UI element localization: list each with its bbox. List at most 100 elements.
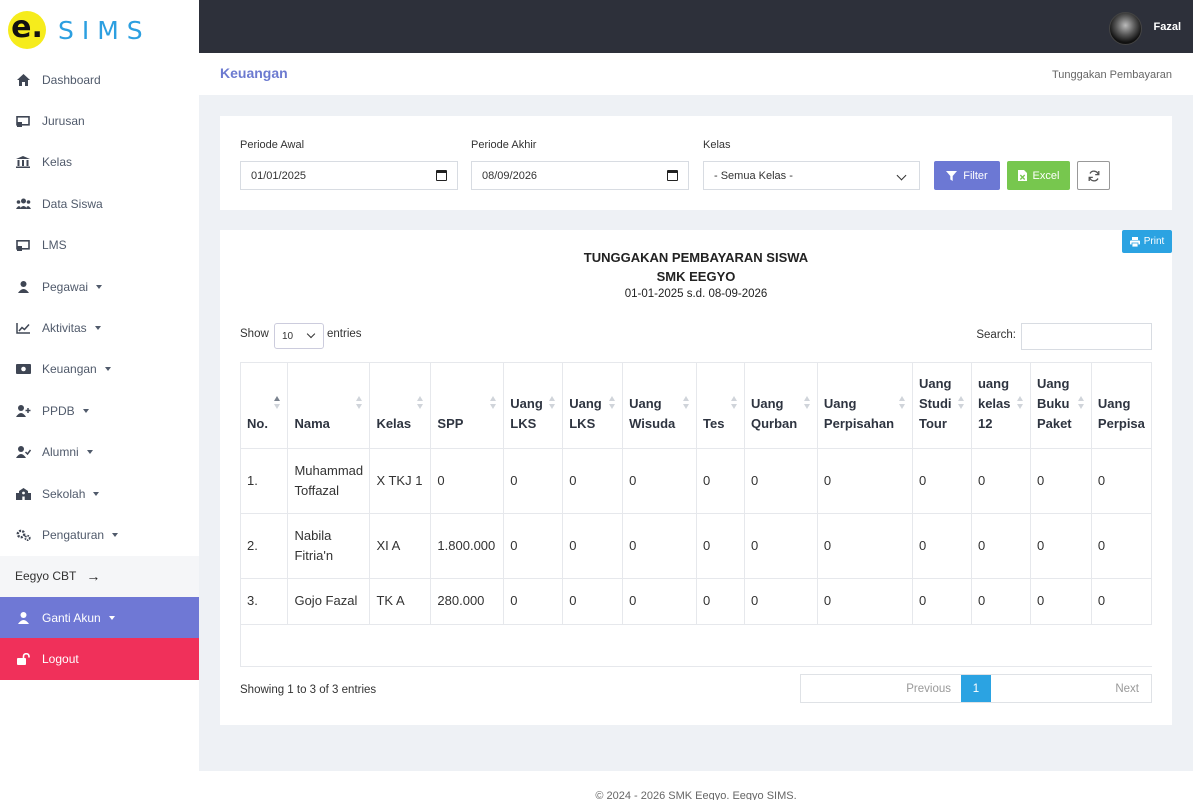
column-header-uang-wisuda[interactable]: Uang Wisuda <box>622 363 697 449</box>
table-cell: 0 <box>562 513 624 579</box>
sidebar-item-label: Dashboard <box>42 72 101 87</box>
end-date-input[interactable]: 08/09/2026 <box>471 161 689 190</box>
column-header-tes[interactable]: Tes <box>696 363 745 449</box>
start-date-input[interactable]: 01/01/2025 <box>240 161 458 190</box>
sidebar-item-lms[interactable]: LMS <box>0 225 199 266</box>
table-cell: 0 <box>744 513 818 579</box>
table-cell: 0 <box>971 578 1031 625</box>
table-container[interactable]: No. Nama Kelas SPP Uang LKS Uang LKS Uan… <box>240 362 1152 667</box>
sort-icon <box>957 396 964 410</box>
column-header-uang-qurban[interactable]: Uang Qurban <box>744 363 818 449</box>
sort-icon <box>730 396 737 410</box>
column-header-uang-lks[interactable]: Uang LKS <box>503 363 564 449</box>
report-title: TUNGGAKAN PEMBAYARAN SISWA <box>583 250 809 265</box>
calendar-icon[interactable] <box>436 170 447 181</box>
table-cell: 0 <box>696 513 745 579</box>
sidebar-item-pegawai[interactable]: Pegawai <box>0 266 199 307</box>
table-cell: 0 <box>1030 578 1092 625</box>
column-header-spp[interactable]: SPP <box>430 363 505 449</box>
filter-icon <box>946 170 958 181</box>
sidebar-item-logout[interactable]: Logout <box>0 638 199 680</box>
table-cell: 0 <box>971 513 1031 579</box>
footer: © 2024 - 2026 SMK Eegyo. Eegyo SIMS. <box>199 771 1193 800</box>
table-row: 1. Muhammad Toffazal X TKJ 1 0 0 0 0 0 0… <box>241 448 1152 514</box>
table-cell: X TKJ 1 <box>369 448 432 514</box>
filter-button[interactable]: Filter <box>934 161 1000 190</box>
reset-button[interactable] <box>1077 161 1110 190</box>
sort-icon <box>490 396 497 410</box>
previous-button[interactable]: Previous <box>801 675 961 702</box>
print-icon <box>1129 236 1140 247</box>
table-cell: Gojo Fazal <box>287 578 371 625</box>
sidebar-item-aktivitas[interactable]: Aktivitas <box>0 307 199 348</box>
column-header-uang-buku-paket[interactable]: Uang Buku Paket <box>1030 363 1092 449</box>
sidebar-item-label: Alumni <box>42 445 79 460</box>
table-cell: 0 <box>912 578 972 625</box>
sidebar-item-jurusan[interactable]: Jurusan <box>0 100 199 141</box>
sidebar-item-label: Pegawai <box>42 279 89 294</box>
table-row: 2. Nabila Fitria'n XI A 1.800.000 0 0 0 … <box>241 513 1152 579</box>
sort-icon <box>1077 396 1084 410</box>
end-date-label: Periode Akhir <box>471 139 537 151</box>
report-school: SMK EEGYO <box>656 269 736 284</box>
kelas-select[interactable]: - Semua Kelas - <box>703 161 920 190</box>
chart-line-icon <box>15 321 31 335</box>
sidebar-item-pengaturan[interactable]: Pengaturan <box>0 514 199 555</box>
excel-button[interactable]: Excel <box>1007 161 1070 190</box>
column-header-kelas[interactable]: Kelas <box>369 363 432 449</box>
topbar: Fazal <box>199 0 1193 53</box>
table-row: 3. Gojo Fazal TK A 280.000 0 0 0 0 0 0 0… <box>241 578 1152 625</box>
column-header-uang-kelas-12[interactable]: uang kelas 12 <box>971 363 1031 449</box>
breadcrumb: Tunggakan Pembayaran <box>1051 69 1172 81</box>
username[interactable]: Fazal <box>1153 21 1181 33</box>
table-header-row: No. Nama Kelas SPP Uang LKS Uang LKS Uan… <box>241 363 1152 449</box>
table-cell: 0 <box>622 448 697 514</box>
page-1-button[interactable]: 1 <box>961 675 991 702</box>
sidebar-item-label: Ganti Akun <box>42 610 101 625</box>
entries-select-value: 10 <box>282 330 294 342</box>
table-cell: Muhammad Toffazal <box>287 448 371 514</box>
page-title: Keuangan <box>220 65 288 81</box>
sidebar-item-label: Aktivitas <box>42 321 87 336</box>
pagination: Previous 1 Next <box>800 674 1152 703</box>
column-header-uang-lks-2[interactable]: Uang LKS <box>562 363 624 449</box>
chevron-down-icon <box>86 450 93 455</box>
sidebar-item-kelas[interactable]: Kelas <box>0 142 199 183</box>
sidebar-item-dashboard[interactable]: Dashboard <box>0 59 199 100</box>
school-icon <box>15 487 31 501</box>
sort-icon <box>1016 396 1023 410</box>
next-button[interactable]: Next <box>991 675 1151 702</box>
column-header-uang-perpisahan-2[interactable]: Uang Perpisa <box>1091 363 1152 449</box>
sidebar-item-data-siswa[interactable]: Data Siswa <box>0 183 199 224</box>
unlock-icon <box>15 652 31 666</box>
chevron-down-icon <box>94 326 101 331</box>
sort-icon <box>609 396 616 410</box>
column-header-no[interactable]: No. <box>241 363 289 449</box>
sidebar-item-alumni[interactable]: Alumni <box>0 432 199 473</box>
column-header-nama[interactable]: Nama <box>287 363 371 449</box>
refresh-icon <box>1088 170 1099 181</box>
table-cell: 0 <box>744 578 818 625</box>
sidebar-item-eegyo-cbt[interactable]: Eegyo CBT → <box>0 555 199 598</box>
search-input[interactable] <box>1021 323 1152 350</box>
file-excel-icon <box>1017 170 1027 181</box>
sidebar-item-ganti-akun[interactable]: Ganti Akun <box>0 597 199 639</box>
calendar-icon[interactable] <box>667 170 678 181</box>
end-date-value: 08/09/2026 <box>482 169 538 182</box>
sidebar-item-keuangan[interactable]: Keuangan <box>0 349 199 390</box>
entries-select[interactable]: 10 <box>274 323 324 349</box>
report-card: Print TUNGGAKAN PEMBAYARAN SISWA SMK EEG… <box>220 230 1172 725</box>
table-cell: 0 <box>696 448 745 514</box>
table-cell: 1. <box>241 448 289 514</box>
sidebar-item-ppdb[interactable]: PPDB <box>0 390 199 431</box>
footer-text: © 2024 - 2026 SMK Eegyo. Eegyo SIMS. <box>595 790 797 800</box>
table-cell: Nabila Fitria'n <box>287 513 371 579</box>
cogs-icon <box>15 528 31 542</box>
column-header-uang-perpisahan[interactable]: Uang Perpisahan <box>817 363 914 449</box>
column-header-uang-studi-tour[interactable]: Uang Studi Tour <box>912 363 972 449</box>
start-date-label: Periode Awal <box>240 139 305 151</box>
sidebar-item-sekolah[interactable]: Sekolah <box>0 473 199 514</box>
avatar[interactable] <box>1109 12 1142 45</box>
kelas-select-value: - Semua Kelas - <box>714 169 793 182</box>
logo[interactable]: e. SIMS <box>0 0 199 60</box>
